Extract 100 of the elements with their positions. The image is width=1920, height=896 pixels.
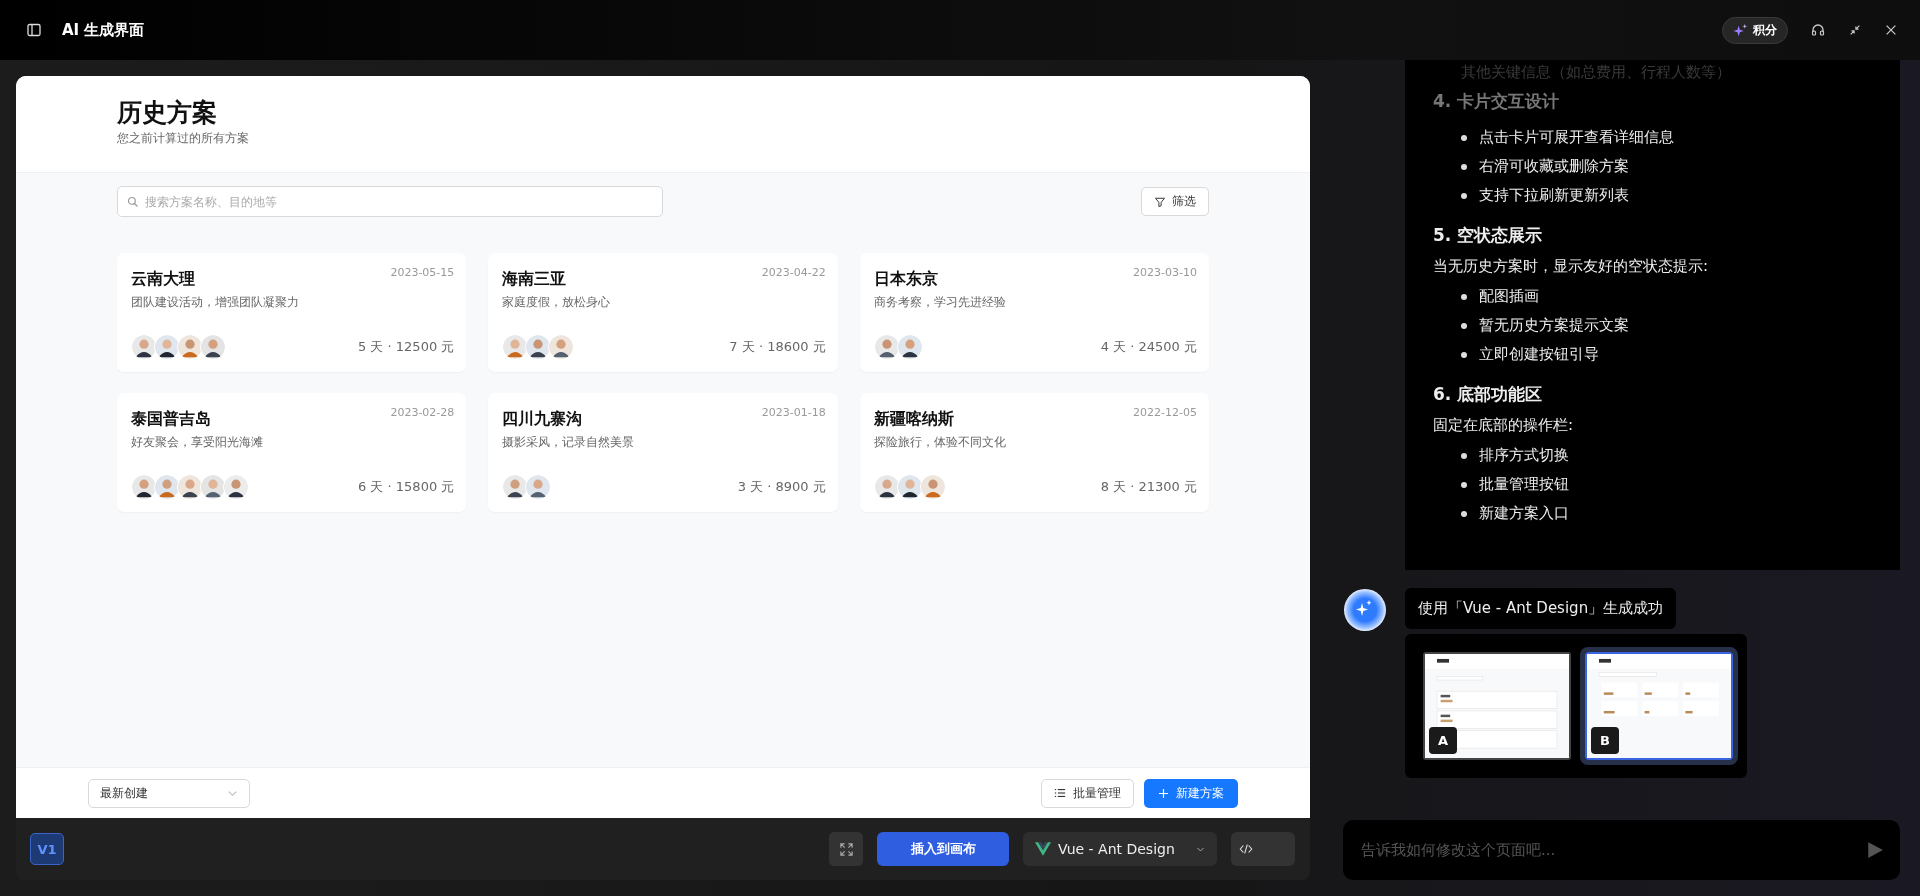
plan-name: 四川九寨沟 — [502, 409, 583, 430]
page-subtitle: 您之前计算过的所有方案 — [117, 130, 250, 147]
plan-card[interactable]: 云南大理 2023-05-15 团队建设活动，增强团队凝聚力 5 天 · 12500 元 — [117, 253, 467, 372]
new-plan-button[interactable]: 新建方案 — [1144, 778, 1238, 808]
search-icon — [127, 196, 139, 208]
sparkle-icon — [1733, 22, 1748, 38]
list-item: 立即创建按钮引导 — [1479, 344, 1599, 365]
plan-description: 好友聚会，享受阳光海滩 — [131, 434, 264, 451]
plan-description: 家庭度假，放松身心 — [502, 294, 612, 311]
avatar — [548, 334, 575, 360]
avatar — [223, 474, 249, 500]
sort-select[interactable]: 最新创建 — [88, 778, 250, 808]
avatar — [177, 334, 203, 360]
plan-card[interactable]: 四川九寨沟 2023-01-18 摄影采风，记录自然美景 3 天 · 8900 元 — [488, 393, 838, 512]
avatar — [896, 474, 923, 500]
insert-button[interactable]: 插入到画布 — [877, 832, 1009, 866]
plan-description: 商务考察，学习先进经验 — [873, 294, 1007, 311]
avatar — [873, 334, 900, 360]
avatar — [873, 474, 900, 500]
close-icon[interactable] — [1884, 23, 1898, 37]
version-badge[interactable]: V1 — [30, 833, 64, 865]
bullet-icon — [1461, 510, 1467, 517]
plus-icon — [1158, 787, 1169, 799]
plan-card[interactable]: 新疆喀纳斯 2022-12-05 探险旅行，体验不同文化 8 天 · 21300 元 — [859, 393, 1209, 512]
plan-date: 2023-01-18 — [761, 406, 826, 419]
plan-card[interactable]: 海南三亚 2023-04-22 家庭度假，放松身心 7 天 · 18600 元 — [488, 253, 838, 372]
send-icon[interactable] — [1866, 841, 1884, 859]
bullet-icon — [1461, 293, 1467, 300]
filter-icon — [1154, 195, 1166, 208]
avatar — [896, 334, 923, 360]
vue-logo-icon — [1035, 842, 1051, 856]
list-item: 排序方式切换 — [1479, 445, 1569, 466]
list-item: 配图插画 — [1479, 286, 1539, 307]
avatar — [154, 474, 180, 500]
list-item: 支持下拉刷新更新列表 — [1479, 185, 1629, 206]
list-item: 新建方案入口 — [1479, 503, 1569, 524]
plan-card[interactable]: 泰国普吉岛 2023-02-28 好友聚会，享受阳光海滩 6 天 · 15800 元 — [117, 393, 467, 512]
paragraph: 固定在底部的操作栏: — [1433, 416, 1575, 435]
headset-icon[interactable] — [1810, 22, 1826, 38]
fullscreen-button[interactable] — [829, 832, 863, 866]
bullet-icon — [1461, 134, 1467, 141]
chat-input[interactable]: 告诉我如何修改这个页面吧... — [1343, 820, 1900, 880]
list-item: 右滑可收藏或删除方案 — [1479, 156, 1629, 177]
plan-summary: 8 天 · 21300 元 — [1100, 478, 1197, 496]
list-item: 其他关键信息（如总费用、行程人数等） — [1461, 62, 1732, 82]
bullet-icon — [1461, 481, 1467, 488]
bullet-icon — [1461, 322, 1467, 329]
bullet-icon — [1461, 163, 1467, 170]
plan-summary: 6 天 · 15800 元 — [358, 478, 455, 496]
bullet-icon — [1461, 351, 1467, 358]
plan-name: 海南三亚 — [502, 269, 567, 290]
plan-date: 2022-12-05 — [1133, 406, 1197, 419]
window-title: AI 生成界面 — [62, 20, 145, 40]
plan-date: 2023-04-22 — [761, 266, 826, 279]
expand-icon — [838, 841, 854, 857]
list-icon — [1054, 787, 1066, 799]
code-icon — [1239, 842, 1253, 856]
avatar — [200, 334, 226, 360]
avatar — [131, 334, 157, 360]
plan-card[interactable]: 日本东京 2023-03-10 商务考察，学习先进经验 4 天 · 24500 元 — [859, 253, 1209, 372]
plan-summary: 4 天 · 24500 元 — [1100, 338, 1197, 356]
plan-summary: 7 天 · 18600 元 — [729, 338, 826, 356]
section-heading: 4. 卡片交互设计 — [1433, 90, 1561, 113]
filter-button[interactable]: 筛选 — [1141, 187, 1209, 216]
avatar — [919, 474, 946, 500]
plan-date: 2023-03-10 — [1133, 266, 1197, 279]
batch-manage-button[interactable]: 批量管理 — [1041, 778, 1134, 808]
plan-name: 新疆喀纳斯 — [873, 409, 954, 430]
bullet-icon — [1461, 452, 1467, 459]
avatar — [131, 474, 157, 500]
plan-description: 探险旅行，体验不同文化 — [873, 434, 1007, 451]
bullet-icon — [1461, 192, 1467, 199]
search-field[interactable]: 搜索方案名称、目的地等 — [117, 186, 663, 217]
avatar — [525, 474, 552, 500]
collapse-icon[interactable] — [1848, 23, 1862, 37]
plan-name: 日本东京 — [873, 269, 938, 290]
plan-description: 团队建设活动，增强团队凝聚力 — [131, 294, 300, 311]
assistant-avatar-icon — [1343, 588, 1387, 632]
points-button[interactable]: 积分 — [1722, 16, 1788, 44]
variant-label: A — [1429, 727, 1457, 754]
avatar — [200, 474, 226, 500]
paragraph: 当无历史方案时，显示友好的空状态提示: — [1433, 257, 1710, 276]
variant-thumbnail[interactable]: A — [1423, 652, 1571, 760]
plan-summary: 3 天 · 8900 元 — [737, 478, 826, 496]
sidebar-toggle-icon[interactable] — [26, 22, 42, 38]
plan-date: 2023-05-15 — [390, 266, 455, 279]
plan-name: 云南大理 — [131, 269, 195, 290]
section-heading: 5. 空状态展示 — [1433, 224, 1544, 247]
section-heading: 6. 底部功能区 — [1433, 383, 1544, 406]
framework-select[interactable]: Vue - Ant Design — [1023, 832, 1217, 866]
list-item: 点击卡片可展开查看详细信息 — [1479, 127, 1674, 148]
plan-date: 2023-02-28 — [390, 406, 455, 419]
page-title: 历史方案 — [117, 97, 218, 129]
list-item: 暂无历史方案提示文案 — [1479, 315, 1629, 336]
plan-description: 摄影采风，记录自然美景 — [502, 434, 636, 451]
avatar — [177, 474, 203, 500]
plan-summary: 5 天 · 12500 元 — [358, 338, 455, 356]
list-item: 批量管理按钮 — [1479, 474, 1569, 495]
result-message: 使用「Vue - Ant Design」生成成功 — [1405, 588, 1677, 629]
plan-name: 泰国普吉岛 — [131, 409, 211, 430]
